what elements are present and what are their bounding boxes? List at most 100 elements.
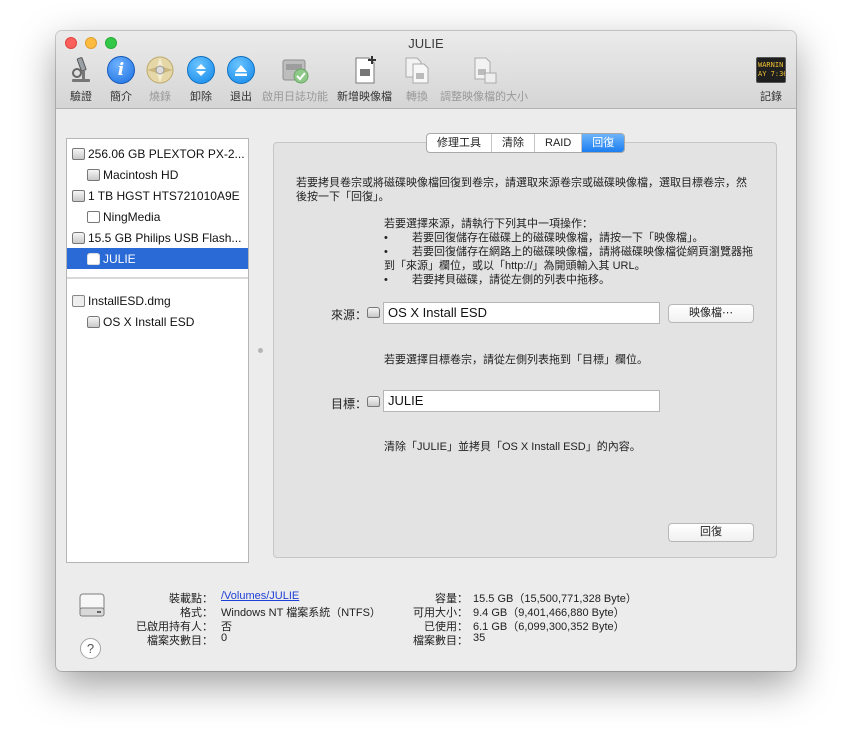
selected-volume-icon (78, 591, 106, 619)
convert-tool[interactable]: 轉換 (402, 55, 432, 104)
bullet-1: • 若要回復儲存在磁碟上的磁碟映像檔，請按一下「映像檔」。 (384, 231, 704, 245)
unmount-label: 卸除 (190, 91, 212, 103)
sidebar-item-macintosh-hd[interactable]: Macintosh HD (67, 164, 248, 185)
tab-first-aid[interactable]: 修理工具 (427, 134, 492, 152)
verify-tool[interactable]: 驗證 (66, 55, 96, 104)
mount-point-value[interactable]: /Volumes/JULIE (221, 590, 299, 602)
sidebar-item-julie[interactable]: JULIE (67, 248, 248, 269)
new-image-icon (350, 55, 380, 85)
window-title: JULIE (408, 36, 444, 51)
sidebar-divider (67, 277, 248, 279)
log-tool[interactable]: WARNIN AY 7:36 記錄 (756, 55, 786, 104)
info-label: 簡介 (110, 91, 132, 103)
bullet-2-continued: 到「來源」欄位，或以「http://」為開頭輸入其 URL。 (384, 260, 646, 272)
file-count-key: 檔案數目： (413, 635, 468, 647)
journaling-icon (280, 55, 310, 85)
source-help-title: 若要選擇來源，請執行下列其中一項操作： (384, 218, 593, 230)
folder-count-value: 0 (221, 632, 228, 644)
file-count-value: 35 (473, 632, 486, 644)
bullet-text: 若要回復儲存在磁碟上的磁碟映像檔，請按一下「映像檔」。 (412, 232, 704, 244)
sidebar-item-ningmedia[interactable]: NingMedia (67, 206, 248, 227)
sidebar-item-hgst-disk[interactable]: 1 TB HGST HTS721010A9E (67, 185, 248, 206)
sidebar-item-label: OS X Install ESD (103, 314, 195, 329)
unmount-tool[interactable]: 卸除 (186, 55, 216, 104)
eject-label: 退出 (230, 91, 252, 103)
sidebar-item-label: NingMedia (103, 209, 161, 224)
sidebar-item-philips-usb[interactable]: 15.5 GB Philips USB Flash... (67, 227, 248, 248)
new-image-tool[interactable]: 新增映像檔 (337, 55, 392, 104)
destination-label: 目標： (331, 397, 368, 411)
internal-disk-icon (72, 147, 85, 160)
disk-image-icon (72, 294, 85, 307)
usb-volume-icon (87, 252, 100, 265)
disk-utility-window: JULIE 驗證 i 簡介 燒錄 卸除 退出 啟用日誌功能 新增映像檔 轉換 調… (56, 31, 796, 671)
resize-image-label: 調整映像檔的大小 (440, 91, 528, 103)
destination-drive-icon (367, 396, 380, 407)
sidebar-item-label: InstallESD.dmg (88, 293, 171, 308)
burn-label: 燒錄 (149, 91, 171, 103)
resize-image-icon (469, 55, 499, 85)
tab-erase[interactable]: 清除 (492, 134, 535, 152)
verify-label: 驗證 (70, 91, 92, 103)
mount-point-link[interactable]: /Volumes/JULIE (221, 590, 299, 602)
info-tool[interactable]: i 簡介 (106, 55, 136, 104)
sidebar-item-label: JULIE (103, 251, 136, 266)
bullet-text: 若要拷貝磁碟，請從左側的列表中拖移。 (412, 274, 610, 286)
volume-icon (87, 315, 100, 328)
resize-image-tool[interactable]: 調整映像檔的大小 (440, 55, 528, 104)
restore-button[interactable]: 回復 (668, 523, 754, 542)
bullet-mark: • (384, 274, 388, 286)
bullet-mark: • (384, 232, 388, 244)
burn-icon (145, 55, 175, 85)
source-drive-icon (367, 307, 380, 318)
bullet-text: 若要回復儲存在網路上的磁碟映像檔，請將磁碟映像檔從網頁瀏覽器拖 (412, 246, 753, 258)
log-icon-line-2: AY 7:36 (758, 70, 786, 78)
split-view-handle[interactable] (258, 348, 263, 353)
intro-text-line-2: 後按一下「回復」。 (296, 191, 390, 203)
sidebar-item-label: 256.06 GB PLEXTOR PX-2... (88, 146, 245, 161)
eject-tool[interactable]: 退出 (226, 55, 256, 104)
tab-raid[interactable]: RAID (535, 134, 583, 152)
volume-icon (87, 168, 100, 181)
enable-journaling-tool[interactable]: 啟用日誌功能 (262, 55, 328, 104)
new-image-label: 新增映像檔 (337, 91, 392, 103)
ntfs-volume-icon (87, 210, 100, 223)
bullet-mark: • (384, 246, 388, 258)
sidebar-item-installesd-dmg[interactable]: InstallESD.dmg (67, 290, 248, 311)
dest-help-text: 若要選擇目標卷宗，請從左側列表拖到「目標」欄位。 (384, 354, 648, 366)
unmount-icon (187, 56, 215, 84)
source-label: 來源： (331, 308, 368, 322)
format-value: Windows NT 檔案系統（NTFS） (221, 607, 381, 619)
restore-panel (273, 142, 777, 558)
convert-label: 轉換 (406, 91, 428, 103)
log-label: 記錄 (760, 91, 782, 103)
used-value: 6.1 GB（6,099,300,352 Byte） (473, 621, 625, 633)
sidebar-item-label: 1 TB HGST HTS721010A9E (88, 188, 240, 203)
enable-journaling-label: 啟用日誌功能 (262, 91, 328, 103)
restore-summary-text: 清除「JULIE」並拷貝「OS X Install ESD」的內容。 (384, 441, 641, 453)
sidebar-item-label: 15.5 GB Philips USB Flash... (88, 230, 242, 245)
disk-list-sidebar[interactable]: 256.06 GB PLEXTOR PX-2... Macintosh HD 1… (66, 138, 249, 563)
burn-tool[interactable]: 燒錄 (145, 55, 175, 104)
microscope-icon (66, 55, 96, 85)
source-field[interactable]: OS X Install ESD (383, 302, 660, 324)
usb-disk-icon (72, 231, 85, 244)
sidebar-item-label: Macintosh HD (103, 167, 179, 182)
function-tabs: 修理工具 清除 RAID 回復 (426, 133, 626, 153)
destination-field[interactable]: JULIE (383, 390, 660, 412)
bullet-2: • 若要回復儲存在網路上的磁碟映像檔，請將磁碟映像檔從網頁瀏覽器拖 (384, 245, 753, 259)
sidebar-item-os-x-install-esd[interactable]: OS X Install ESD (67, 311, 248, 332)
tab-restore[interactable]: 回復 (582, 134, 625, 152)
help-button[interactable]: ? (80, 638, 101, 659)
log-icon-line-1: WARNIN (758, 61, 784, 69)
info-icon: i (107, 56, 135, 84)
eject-icon (227, 56, 255, 84)
folder-count-key: 檔案夾數目： (147, 635, 213, 647)
image-button[interactable]: 映像檔⋯ (668, 304, 754, 323)
internal-disk-icon (72, 189, 85, 202)
intro-text-line-1: 若要拷貝卷宗或將磁碟映像檔回復到卷宗，請選取來源卷宗或磁碟映像檔，選取目標卷宗，… (296, 177, 747, 189)
log-console-icon: WARNIN AY 7:36 (756, 57, 786, 83)
convert-icon (402, 55, 432, 85)
sidebar-item-plextor-disk[interactable]: 256.06 GB PLEXTOR PX-2... (67, 143, 248, 164)
bullet-3: • 若要拷貝磁碟，請從左側的列表中拖移。 (384, 273, 610, 287)
